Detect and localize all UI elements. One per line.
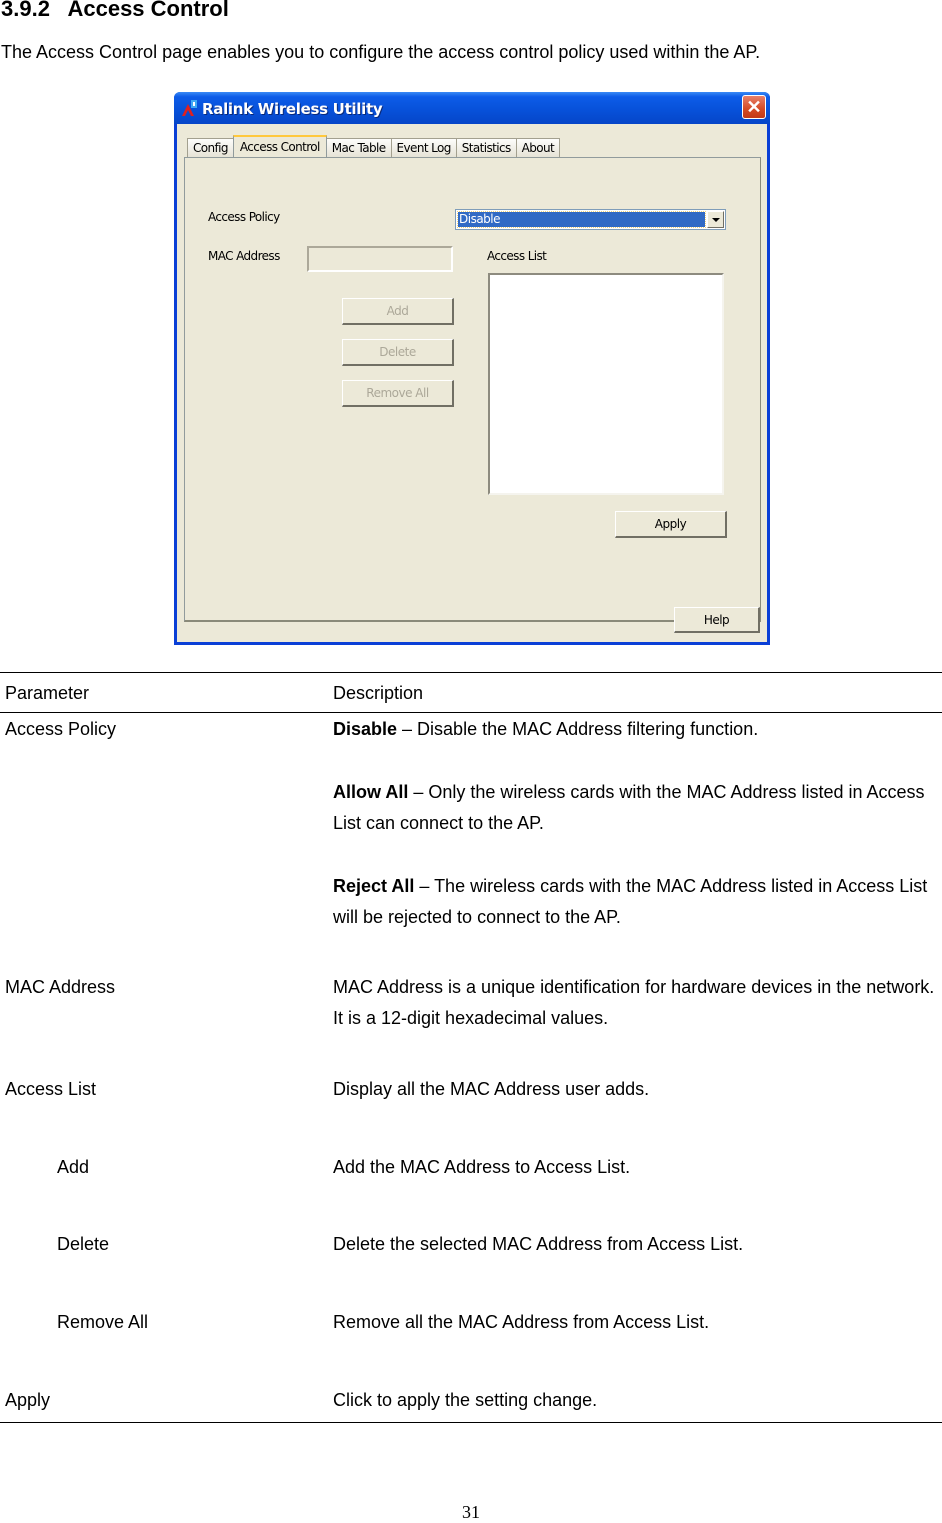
chevron-down-icon[interactable]: [707, 211, 724, 228]
help-button[interactable]: Help: [674, 607, 760, 633]
tab-about[interactable]: About: [515, 138, 561, 157]
window-title: Ralink Wireless Utility: [202, 100, 383, 118]
section-number: 3.9.2: [1, 0, 50, 21]
header-description: Description: [333, 683, 424, 703]
access-policy-select[interactable]: Disable: [455, 209, 726, 230]
header-parameter: Parameter: [5, 683, 90, 703]
page-number: 31: [462, 1502, 480, 1522]
param-delete: Delete: [57, 1234, 110, 1254]
close-button[interactable]: ✕: [742, 95, 766, 119]
param-access-list: Access List: [5, 1079, 97, 1099]
tab-config[interactable]: Config: [187, 138, 234, 157]
tab-bar: Config Access Control Mac Table Event Lo…: [187, 135, 561, 157]
access-policy-value: Disable: [457, 211, 706, 228]
delete-button[interactable]: Delete: [342, 339, 454, 366]
tab-mac-table[interactable]: Mac Table: [325, 138, 392, 157]
section-heading: 3.9.2 Access Control: [1, 0, 229, 22]
tab-statistics[interactable]: Statistics: [455, 138, 517, 157]
intro-paragraph: The Access Control page enables you to c…: [1, 42, 761, 62]
table-top-rule: [0, 672, 942, 673]
access-control-panel: Access Policy Disable MAC Address Access…: [184, 157, 761, 622]
term-allow-all: Allow All: [333, 782, 409, 802]
param-add: Add: [57, 1157, 90, 1177]
desc-access-list: Display all the MAC Address user adds.: [333, 1079, 650, 1099]
mac-address-label: MAC Address: [208, 249, 280, 263]
add-button[interactable]: Add: [342, 298, 454, 325]
access-list-box[interactable]: [488, 273, 724, 495]
desc-reject-all: Reject All – The wireless cards with the…: [333, 876, 928, 927]
close-icon: ✕: [746, 97, 762, 117]
access-list-label: Access List: [487, 249, 547, 263]
desc-disable: Disable – Disable the MAC Address filter…: [333, 719, 759, 739]
section-title: Access Control: [67, 0, 229, 21]
desc-add: Add the MAC Address to Access List.: [333, 1157, 631, 1177]
utility-window: Ralink Wireless Utility ✕ Config Access …: [174, 92, 770, 645]
desc-remove-all: Remove all the MAC Address from Access L…: [333, 1312, 710, 1332]
desc-delete: Delete the selected MAC Address from Acc…: [333, 1234, 744, 1254]
title-bar[interactable]: Ralink Wireless Utility ✕: [174, 92, 770, 124]
mac-address-input[interactable]: [307, 246, 453, 272]
tab-event-log[interactable]: Event Log: [390, 138, 457, 157]
param-access-policy: Access Policy: [5, 719, 117, 739]
tab-access-control[interactable]: Access Control: [232, 135, 327, 157]
desc-mac-address: MAC Address is a unique identification f…: [333, 977, 935, 1028]
term-disable: Disable: [333, 719, 398, 739]
apply-button[interactable]: Apply: [615, 511, 727, 538]
table-bottom-rule: [0, 1422, 942, 1423]
ralink-logo-icon: [182, 100, 197, 116]
param-apply: Apply: [5, 1390, 51, 1410]
desc-allow-all: Allow All – Only the wireless cards with…: [333, 782, 925, 833]
desc-apply: Click to apply the setting change.: [333, 1390, 598, 1410]
window-client-area: Config Access Control Mac Table Event Lo…: [177, 124, 767, 642]
param-remove-all: Remove All: [57, 1312, 149, 1332]
table-header-rule: [0, 712, 942, 713]
term-reject-all: Reject All: [333, 876, 415, 896]
param-mac-address: MAC Address: [5, 977, 116, 997]
access-policy-label: Access Policy: [208, 210, 280, 224]
remove-all-button[interactable]: Remove All: [342, 380, 454, 407]
